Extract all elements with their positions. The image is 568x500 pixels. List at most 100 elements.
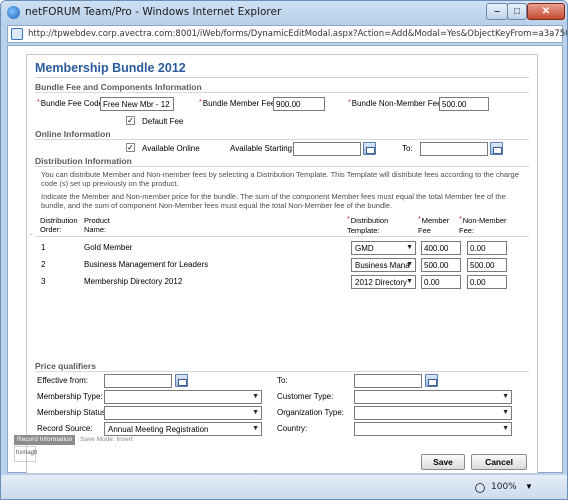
available-to-label: To: <box>402 144 413 153</box>
bundle-fee-code-input[interactable]: Free New Mbr - 12 <box>100 97 174 111</box>
zoom-icon <box>475 483 485 493</box>
zoom-level[interactable]: 100% <box>491 482 517 492</box>
col-header-member-text: Member <box>421 216 450 225</box>
member-fee-input[interactable]: 400.00 <box>421 241 461 255</box>
page-title: Membership Bundle 2012 <box>35 61 186 75</box>
col-header-member-fee: *Member Fee <box>418 216 449 235</box>
nonmember-fee-input[interactable]: 500.00 <box>467 258 507 272</box>
col-header-member-line1: *Member <box>418 216 449 226</box>
price-section-divider <box>35 371 529 372</box>
online-section-divider <box>35 139 529 140</box>
address-url: http://tpwebdev.corp.avectra.com:8001/iW… <box>28 29 568 39</box>
bundle-fee-code-label: *Bundle Fee Code: <box>37 99 105 108</box>
country-label: Country: <box>277 424 308 433</box>
available-online-label: Available Online <box>142 144 200 153</box>
col-header-nonmember-text: Non-Member <box>462 216 507 225</box>
title-bar: netFORUM Team/Pro - Windows Internet Exp… <box>1 1 567 25</box>
default-fee-label: Default Fee <box>142 117 184 126</box>
status-bar: 100% ▼ <box>1 475 567 499</box>
bundle-member-fee-input[interactable]: 900.00 <box>273 97 325 111</box>
nonmember-fee-input[interactable]: 0.00 <box>467 241 507 255</box>
membership-status-label: Membership Status: <box>37 408 109 417</box>
required-marker: * <box>37 99 40 106</box>
record-information-tab[interactable]: Record Information <box>14 435 76 445</box>
organization-type-label: Organization Type: <box>277 408 345 417</box>
bundle-member-fee-label: *Bundle Member Fee: <box>199 99 277 108</box>
record-source-label: Record Source: <box>37 424 93 433</box>
available-online-checkbox[interactable]: ✓ <box>126 143 135 152</box>
bundle-section-heading: Bundle Fee and Components Information <box>35 82 202 92</box>
save-button[interactable]: Save <box>421 454 465 470</box>
distribution-template-select[interactable]: Business Mana ▼ <box>351 258 416 272</box>
address-bar[interactable]: http://tpwebdev.corp.avectra.com:8001/iW… <box>7 25 567 43</box>
calendar-icon[interactable] <box>490 142 503 155</box>
selected-value: GMD <box>355 244 374 253</box>
record-source-select[interactable]: Annual Meeting Registration ▼ <box>104 422 262 436</box>
col-header-template-text: Distribution <box>350 216 389 225</box>
col-header-template: *Distribution Template: <box>347 216 388 235</box>
distribution-template-select[interactable]: GMD ▼ <box>351 241 416 255</box>
calendar-icon[interactable] <box>175 374 188 387</box>
distribution-template-select[interactable]: 2012 Directory ▼ <box>351 275 416 289</box>
nonmember-fee-input[interactable]: 0.00 <box>467 275 507 289</box>
effective-to-label: To: <box>277 376 288 385</box>
effective-from-label: Effective from: <box>37 376 88 385</box>
col-header-nonmember-line2: Fee: <box>459 226 475 235</box>
member-fee-input[interactable]: 0.00 <box>421 275 461 289</box>
customer-type-select[interactable]: ▼ <box>354 390 512 404</box>
dropdown-arrow-icon: ▼ <box>502 393 509 400</box>
dropdown-arrow-icon: ▼ <box>502 425 509 432</box>
maximize-button[interactable]: □ <box>507 3 527 20</box>
organization-type-select[interactable]: ▼ <box>354 406 512 420</box>
membership-type-label: Membership Type: <box>37 392 103 401</box>
zoom-dropdown-icon[interactable]: ▼ <box>525 482 533 491</box>
minimize-button[interactable]: – <box>486 3 508 20</box>
available-starting-label: Available Starting: <box>230 144 295 153</box>
window-title: netFORUM Team/Pro - Windows Internet Exp… <box>25 6 282 18</box>
close-window-button[interactable]: ✕ <box>527 3 565 20</box>
online-section-heading: Online Information <box>35 129 111 139</box>
calendar-icon[interactable] <box>363 142 376 155</box>
country-select[interactable]: ▼ <box>354 422 512 436</box>
user-stamp: hsmagh <box>14 446 37 462</box>
browser-window: netFORUM Team/Pro - Windows Internet Exp… <box>0 0 568 500</box>
table-row-order: 2 <box>41 260 46 269</box>
page-viewport: Membership Bundle 2012 Bundle Fee and Co… <box>7 45 563 474</box>
effective-to-input[interactable] <box>354 374 422 388</box>
membership-status-select[interactable]: ▼ <box>104 406 262 420</box>
selected-value: Business Mana <box>355 261 410 270</box>
dropdown-arrow-icon: ▼ <box>406 244 413 251</box>
col-header-nonmember-line1: *Non-Member <box>459 216 507 226</box>
col-header-template-line2: Template: <box>347 226 380 235</box>
maximize-icon: □ <box>513 6 521 17</box>
customer-type-label: Customer Type: <box>277 392 334 401</box>
table-row-order: 3 <box>41 277 46 286</box>
col-header-product: Product Name: <box>84 216 110 234</box>
col-header-order-line2: Order: <box>40 225 62 234</box>
effective-from-input[interactable] <box>104 374 172 388</box>
required-marker: * <box>347 216 350 223</box>
available-to-input[interactable] <box>420 142 488 156</box>
cancel-button[interactable]: Cancel <box>471 454 527 470</box>
member-fee-input[interactable]: 500.00 <box>421 258 461 272</box>
distribution-help-text: You can distribute Member and Non-member… <box>41 170 519 188</box>
ie-logo-icon <box>7 6 20 19</box>
bundle-nonmember-fee-label: *Bundle Non-Member Fee: <box>348 99 444 108</box>
page-icon <box>11 28 23 40</box>
title-divider <box>35 77 529 78</box>
dropdown-arrow-icon: ▼ <box>252 425 259 432</box>
available-starting-input[interactable] <box>293 142 361 156</box>
required-marker: * <box>348 99 351 106</box>
bundle-nonmember-fee-input[interactable]: 500.00 <box>439 97 489 111</box>
bundle-fee-code-label-text: Bundle Fee Code: <box>40 99 106 108</box>
calendar-icon[interactable] <box>425 374 438 387</box>
dropdown-arrow-icon: ▼ <box>406 278 413 285</box>
col-header-template-line1: *Distribution <box>347 216 388 226</box>
default-fee-checkbox[interactable]: ✓ <box>126 116 135 125</box>
price-qualifiers-heading: Price qualifiers <box>35 361 96 371</box>
membership-type-select[interactable]: ▼ <box>104 390 262 404</box>
table-header-divider <box>35 236 529 237</box>
fee-sum-help-text: Indicate the Member and Non-member price… <box>41 192 506 210</box>
bundle-section-divider <box>35 92 529 93</box>
table-row-marker: . <box>30 228 33 237</box>
